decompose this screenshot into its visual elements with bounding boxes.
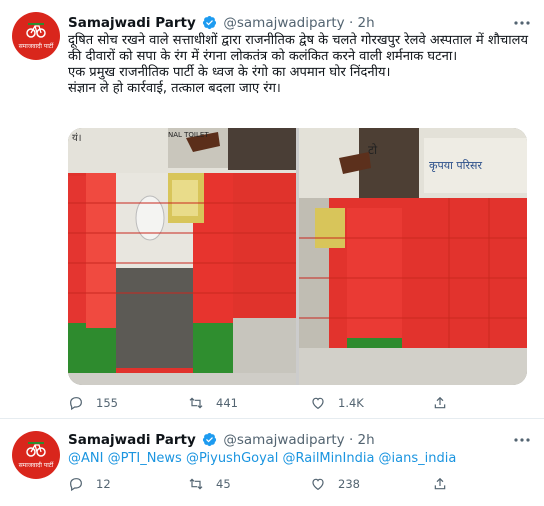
author-name[interactable]: Samajwadi Party — [68, 15, 196, 31]
like-count: 1.4K — [338, 396, 364, 410]
mention-links[interactable]: @ANI @PTI_News @PiyushGoyal @RailMinIndi… — [68, 451, 528, 467]
image-sign-text: कृपया परिसर — [429, 159, 482, 172]
image-sign-text: टो — [368, 143, 378, 157]
avatar-text: समाजवादी पार्टी — [18, 462, 54, 469]
share-button[interactable] — [432, 476, 448, 492]
tweet-text-line: एक प्रमुख राजनीतिक पार्टी के ध्वज के रंग… — [68, 65, 391, 80]
media-photo-2[interactable] — [299, 128, 527, 385]
more-icon[interactable] — [514, 20, 530, 26]
tweet-time[interactable]: 2h — [358, 15, 375, 31]
share-icon — [434, 477, 446, 490]
reply-icon — [70, 397, 82, 411]
more-icon[interactable] — [514, 437, 530, 443]
reply-icon — [70, 478, 82, 492]
author-handle[interactable]: @samajwadiparty — [223, 432, 344, 448]
like-count: 238 — [338, 477, 360, 491]
toilet-photo-2 — [299, 128, 527, 385]
reply-button[interactable]: 155 — [68, 395, 118, 411]
retweet-button[interactable]: 45 — [188, 476, 231, 492]
tweet-text: दूषित सोच रखने वाले सत्ताधीशों द्वारा रा… — [68, 33, 528, 97]
author-name[interactable]: Samajwadi Party — [68, 432, 196, 448]
reply-count: 155 — [96, 396, 118, 410]
image-sign-text: यं। — [72, 133, 82, 144]
verified-badge-icon — [202, 432, 217, 447]
retweet-icon — [189, 478, 203, 490]
tweet-1[interactable]: समाजवादी पार्टी Samajwadi Party @samajwa… — [0, 0, 544, 418]
share-button[interactable] — [432, 395, 448, 411]
retweet-count: 441 — [216, 396, 238, 410]
like-icon — [312, 478, 324, 491]
tweet-text-line: दूषित सोच रखने वाले सत्ताधीशों द्वारा रा… — [68, 33, 529, 64]
like-button[interactable]: 238 — [310, 476, 360, 492]
share-icon — [434, 396, 446, 409]
retweet-icon — [189, 397, 203, 409]
tweet-actions: 12 45 238 — [68, 476, 468, 496]
tweet-2[interactable]: समाजवादी पार्टी Samajwadi Party @samajwa… — [0, 419, 544, 506]
avatar[interactable]: समाजवादी पार्टी — [12, 431, 60, 479]
tweet-time[interactable]: 2h — [358, 432, 375, 448]
tweet-actions: 155 441 1.4K — [68, 395, 468, 415]
like-button[interactable]: 1.4K — [310, 395, 364, 411]
tweet-header: Samajwadi Party @samajwadiparty · 2h — [68, 15, 375, 31]
media-photo-1[interactable] — [68, 128, 296, 385]
image-sign-text: NAL TOILET — [168, 131, 209, 139]
reply-button[interactable]: 12 — [68, 476, 111, 492]
toilet-photo-1 — [68, 128, 296, 385]
like-icon — [312, 397, 324, 410]
reply-count: 12 — [96, 477, 111, 491]
verified-badge-icon — [202, 15, 217, 30]
bicycle-logo-icon — [26, 442, 46, 457]
bicycle-logo-icon — [26, 23, 46, 38]
tweet-header: Samajwadi Party @samajwadiparty · 2h — [68, 432, 375, 448]
avatar[interactable]: समाजवादी पार्टी — [12, 12, 60, 60]
tweet-text: @ANI @PTI_News @PiyushGoyal @RailMinIndi… — [68, 451, 528, 467]
retweet-count: 45 — [216, 477, 231, 491]
avatar-text: समाजवादी पार्टी — [18, 43, 54, 50]
tweet-media[interactable]: यं। NAL TOILET टो कृपया परिसर — [68, 128, 527, 385]
retweet-button[interactable]: 441 — [188, 395, 238, 411]
author-handle[interactable]: @samajwadiparty — [223, 15, 344, 31]
tweet-text-line: संज्ञान ले हो कार्रवाई, तत्काल बदला जाए … — [68, 81, 281, 96]
